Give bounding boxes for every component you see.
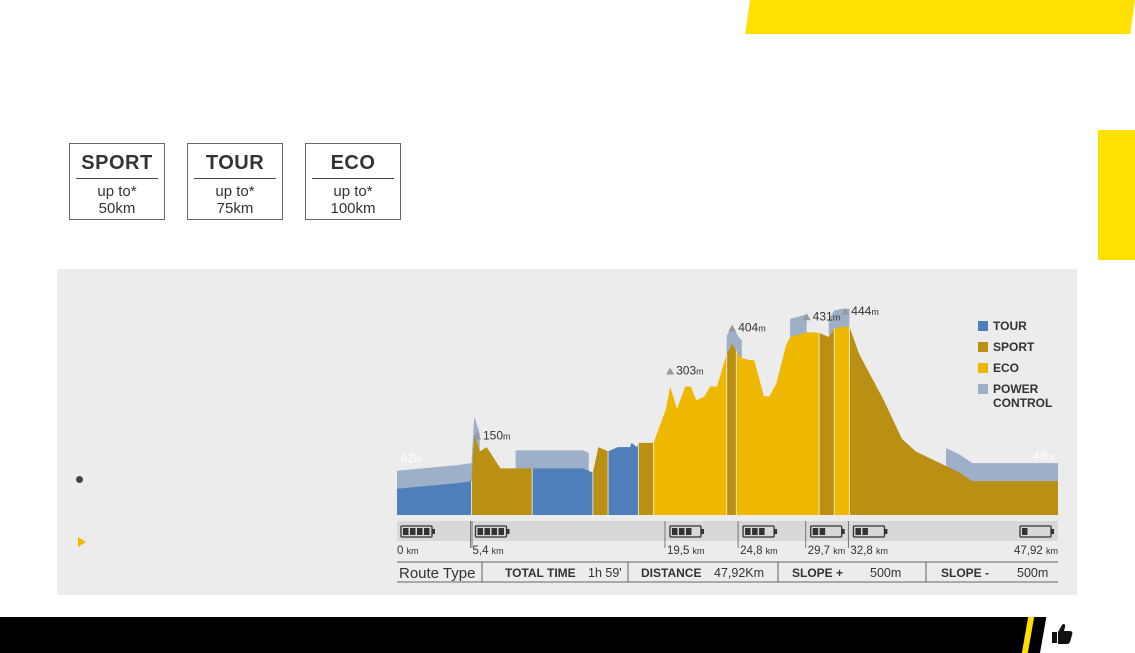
legend-label: ECO: [993, 361, 1019, 375]
start-elevation-label: 62m: [401, 451, 422, 465]
battery-cell: [1022, 528, 1028, 535]
thumbs-up-icon: [1052, 623, 1073, 644]
battery-cell: [477, 528, 483, 535]
segment-sport: [726, 343, 737, 515]
route-cell-value: 47,92Km: [714, 566, 764, 580]
battery-cell: [685, 528, 692, 535]
segment-eco: [834, 326, 850, 515]
battery-cell: [498, 528, 504, 535]
segment-sport: [471, 434, 533, 515]
end-elevation-label: 48m: [1033, 449, 1054, 463]
route-cell-value: 500m: [870, 566, 901, 580]
battery-cell: [855, 528, 861, 535]
peak-label: 404m: [738, 321, 766, 335]
elevation-chart: 150m 303m 404m 431m 444m 62m 48m TOUR SPORT ECO PO…: [397, 304, 1058, 583]
route-cell-value: 500m: [1017, 566, 1048, 580]
peak-marker-icon: [666, 367, 675, 375]
peak-label: 303m: [676, 364, 704, 378]
battery-cell: [671, 528, 678, 535]
route-cell-value: 1h 59': [588, 566, 622, 580]
battery-cell: [819, 528, 826, 535]
footer-bar: [0, 617, 1135, 653]
battery-cell: [862, 528, 868, 535]
legend-label: SPORT: [993, 340, 1035, 354]
battery-cell: [812, 528, 819, 535]
route-cell-label: TOTAL TIME: [505, 566, 576, 580]
route-type-title: Route Type: [399, 565, 475, 582]
segment-tour: [532, 468, 593, 515]
peak-label: 444m: [851, 304, 879, 318]
route-cell-label: SLOPE +: [792, 566, 843, 580]
peak-label: 431m: [813, 309, 841, 323]
battery-cell: [752, 528, 758, 535]
battery-cell: [491, 528, 497, 535]
peak-label: 150m: [483, 428, 511, 442]
legend-swatch: [978, 384, 988, 394]
km-label: 29,7 km: [808, 545, 846, 557]
legend-swatch: [978, 363, 988, 373]
battery-cell: [424, 528, 430, 535]
battery-cell: [410, 528, 416, 535]
legend-label: TOUR: [993, 319, 1027, 333]
segment-sport: [592, 447, 609, 515]
battery-cell: [484, 528, 490, 535]
battery-cell: [759, 528, 765, 535]
km-label: 0 km: [397, 545, 419, 557]
segment-eco: [653, 353, 727, 515]
segment-sport: [849, 326, 1058, 515]
segment-eco: [736, 332, 820, 515]
legend-label: POWER CONTROL: [993, 382, 1052, 410]
route-cell-label: DISTANCE: [641, 566, 701, 580]
segment-sport: [819, 328, 835, 515]
battery-cell: [403, 528, 409, 535]
battery-cell: [678, 528, 685, 535]
km-label: 32,8 km: [850, 545, 888, 557]
battery-cell: [745, 528, 751, 535]
km-label: 5,4 km: [472, 545, 503, 557]
battery-cell: [417, 528, 423, 535]
km-label: 19,5 km: [667, 545, 705, 557]
peak-marker-icon: [728, 324, 737, 332]
segment-tour: [608, 442, 639, 515]
legend-swatch: [978, 342, 988, 352]
km-label: 24,8 km: [740, 545, 778, 557]
legend-swatch: [978, 321, 988, 331]
segment-sport: [638, 442, 654, 515]
km-label: 47,92 km: [1014, 545, 1058, 557]
route-cell-label: SLOPE -: [941, 566, 989, 580]
